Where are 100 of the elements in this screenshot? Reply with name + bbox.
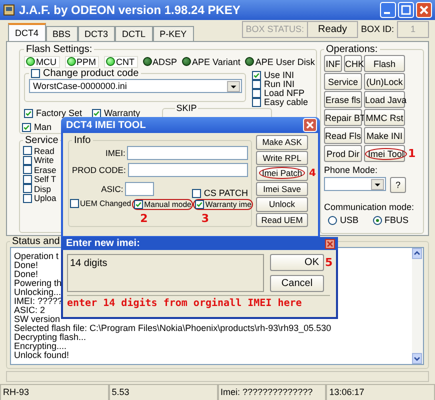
tool-button[interactable]: Write RPL: [256, 150, 308, 165]
group-title: Info: [73, 135, 92, 146]
checkbox-label: Read: [34, 146, 54, 156]
tab[interactable]: BBS: [46, 26, 78, 41]
imei-input-field[interactable]: 14 digits: [67, 254, 264, 292]
tab[interactable]: DCT4: [8, 23, 46, 41]
tool-button[interactable]: Imei Save: [256, 182, 308, 196]
checkbox[interactable]: [23, 156, 32, 165]
checkbox[interactable]: [23, 165, 32, 174]
help-button[interactable]: ?: [390, 177, 406, 193]
operation-button[interactable]: INF: [324, 55, 342, 72]
checkbox-label: Disp: [34, 184, 52, 194]
status-bar-cell: 13:06:17: [326, 384, 435, 400]
operation-button[interactable]: Read Fls: [324, 127, 362, 144]
step-number: 3: [201, 212, 210, 225]
close-icon[interactable]: [325, 238, 335, 248]
status-bar-cell: 5.53: [108, 384, 218, 400]
phone-mode-label: Phone Mode:: [324, 165, 379, 175]
radio-button[interactable]: [328, 216, 337, 224]
ini-file-dropdown[interactable]: WorstCase-0000000.ini: [29, 79, 242, 93]
operation-button[interactable]: Service: [324, 73, 362, 90]
radio-label: USB: [340, 215, 359, 225]
radio-button[interactable]: [372, 216, 382, 224]
checkbox[interactable]: [252, 89, 261, 98]
group-title: Service: [24, 135, 60, 146]
checkbox[interactable]: [22, 122, 31, 132]
box-status-label: BOX STATUS:: [242, 20, 308, 38]
maximize-icon[interactable]: [398, 2, 414, 18]
checkbox[interactable]: [92, 108, 102, 118]
checkbox-label: Man: [34, 122, 52, 132]
tool-button[interactable]: Unlock: [256, 197, 308, 212]
led-label: MCU: [36, 56, 56, 66]
log-line: ASIC: 2: [14, 306, 46, 315]
operation-button[interactable]: (Un)Lock: [364, 73, 405, 90]
input-field[interactable]: [128, 163, 248, 177]
checkbox[interactable]: [23, 194, 32, 203]
checkbox[interactable]: [70, 199, 79, 208]
checkbox[interactable]: [24, 108, 33, 118]
led-label: PPM: [76, 56, 96, 66]
minimize-icon[interactable]: [380, 2, 396, 18]
tool-button[interactable]: Read UEM: [256, 212, 308, 227]
led-label: APE User Disk: [255, 56, 315, 66]
input-field[interactable]: [125, 182, 154, 196]
radio-label: FBUS: [384, 215, 409, 225]
operation-button[interactable]: Imei Tool: [364, 145, 405, 162]
operation-button[interactable]: Load Java: [364, 91, 405, 108]
checkbox-label: Easy cable: [264, 98, 308, 107]
checkbox[interactable]: [252, 71, 261, 80]
instruction-text: enter 14 digits from orginall IMEI here: [67, 295, 330, 309]
tab[interactable]: DCT3: [78, 26, 116, 41]
checkbox[interactable]: [23, 174, 32, 184]
led-label: CNT: [116, 56, 135, 66]
log-line: Encrypting....: [14, 342, 67, 351]
checkbox-label: Load NFP: [264, 89, 305, 98]
checkbox-label: Run INI: [264, 80, 295, 89]
group-title: Flash Settings:: [25, 44, 94, 55]
scroll-down-icon[interactable]: [412, 353, 422, 364]
cancel-button[interactable]: Cancel: [270, 274, 324, 292]
scrollbar[interactable]: [412, 248, 423, 364]
scroll-up-icon[interactable]: [412, 248, 422, 259]
tab[interactable]: P-KEY: [152, 26, 194, 41]
operation-button[interactable]: Repair BT: [324, 109, 362, 126]
checkbox-label: Change product code: [43, 68, 139, 79]
checkbox-label: CS PATCH: [204, 188, 248, 198]
checkbox[interactable]: [134, 200, 144, 209]
checkbox[interactable]: [23, 146, 32, 156]
operation-button[interactable]: CHK: [344, 55, 362, 72]
group-title: Operations:: [325, 44, 379, 55]
app-icon: [3, 4, 15, 16]
checkbox[interactable]: [252, 80, 261, 89]
operation-button[interactable]: Prod Dir: [324, 145, 362, 162]
led-label: ADSP: [152, 56, 178, 66]
log-line: Powering th: [14, 279, 62, 288]
log-line: Done!: [14, 270, 38, 279]
box-status-value: Ready: [308, 20, 358, 38]
tab[interactable]: DCTL: [115, 26, 153, 41]
box-id-label: BOX ID:: [360, 24, 395, 34]
log-line: Done!: [14, 261, 38, 270]
group-title: Status and: [11, 236, 61, 247]
input-field[interactable]: [127, 146, 248, 160]
group-title: SKIP: [175, 103, 198, 113]
window-title: J.A.F. by ODEON version 1.98.24 PKEY: [19, 3, 240, 17]
log-line: Operation t: [14, 252, 59, 261]
status-bar-cell: Imei: ??????????????: [218, 384, 326, 400]
step-number: 4: [309, 168, 316, 179]
checkbox[interactable]: [195, 200, 204, 209]
operation-button[interactable]: Make INI: [364, 127, 405, 144]
communication-mode-label: Communication mode:: [324, 202, 416, 212]
ok-button[interactable]: OK: [270, 254, 324, 272]
field-label: ASIC:: [100, 184, 124, 194]
checkbox[interactable]: [23, 184, 32, 194]
operation-button[interactable]: Flash: [364, 55, 405, 72]
tool-button[interactable]: Imei Patch: [256, 166, 308, 180]
log-line: Unlock found!: [14, 351, 70, 360]
checkbox[interactable]: [192, 188, 201, 198]
operation-button[interactable]: Erase fls: [324, 91, 362, 108]
tool-button[interactable]: Make ASK: [256, 135, 308, 150]
checkbox[interactable]: [31, 69, 40, 78]
checkbox[interactable]: [252, 98, 261, 107]
operation-button[interactable]: MMC Rst: [364, 109, 405, 126]
